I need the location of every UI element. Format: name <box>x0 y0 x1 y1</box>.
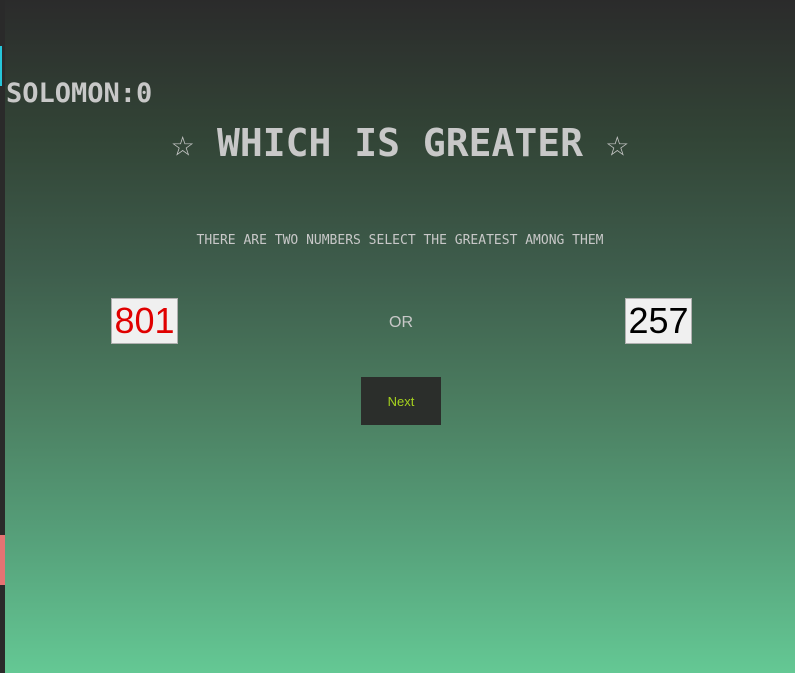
next-button[interactable]: Next <box>361 377 441 425</box>
instructions-text: THERE ARE TWO NUMBERS SELECT THE GREATES… <box>196 233 604 248</box>
player-score: SOLOMON:0 <box>6 78 153 109</box>
right-number-choice[interactable]: 257 <box>625 298 692 344</box>
page-title: ☆ WHICH IS GREATER ☆ <box>171 121 629 165</box>
or-separator: OR <box>389 314 413 331</box>
left-edge-accent-pink <box>0 535 5 585</box>
left-edge-accent-cyan <box>0 46 2 86</box>
left-number-choice[interactable]: 801 <box>111 298 178 344</box>
